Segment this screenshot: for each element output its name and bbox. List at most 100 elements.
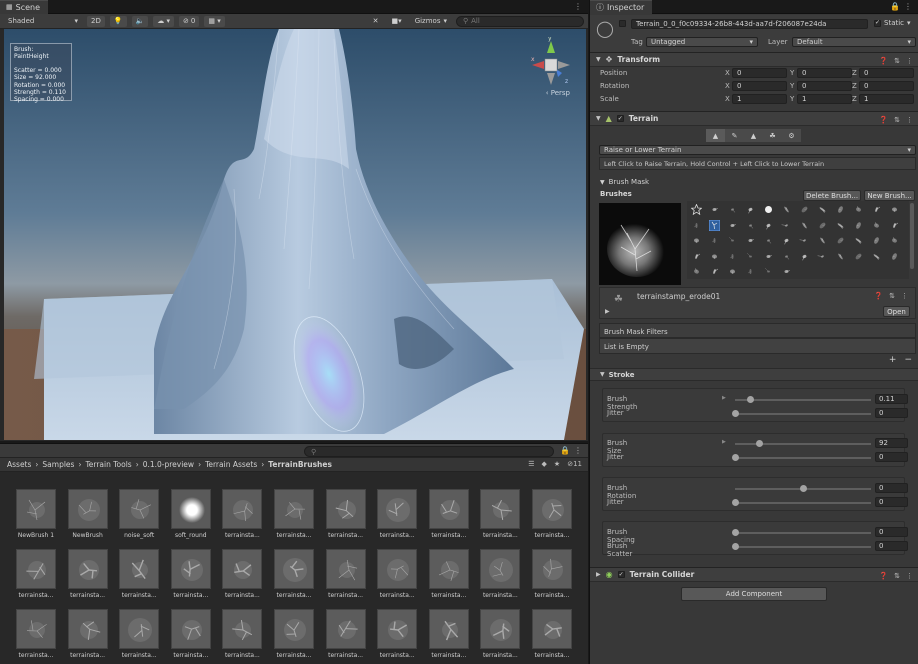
asset-item[interactable]: terrainsta... bbox=[478, 549, 522, 599]
brush-cell[interactable] bbox=[853, 251, 864, 262]
brush-cell[interactable] bbox=[835, 235, 846, 246]
brush-cell[interactable] bbox=[763, 251, 774, 262]
shading-mode-dropdown[interactable]: Shaded ▾ bbox=[4, 16, 82, 27]
brush-cell[interactable] bbox=[853, 235, 864, 246]
preset-icon[interactable]: ⇅ bbox=[894, 57, 900, 65]
brush-cell[interactable] bbox=[709, 266, 720, 277]
brush-rotation-field[interactable]: 0 bbox=[875, 483, 908, 493]
brush-strength-slider[interactable] bbox=[735, 399, 871, 401]
selected-brush-cell[interactable] bbox=[708, 219, 721, 231]
brush-cell[interactable] bbox=[781, 235, 792, 246]
brush-cell[interactable] bbox=[835, 251, 846, 262]
toggle-2d-button[interactable]: 2D bbox=[87, 15, 105, 27]
brush-cell[interactable] bbox=[817, 204, 828, 215]
add-filter-icon[interactable]: + bbox=[889, 355, 897, 365]
more-menu-icon[interactable]: ⋮ bbox=[906, 57, 913, 65]
asset-item[interactable]: terrainsta... bbox=[272, 609, 316, 659]
brush-cell[interactable] bbox=[799, 204, 810, 215]
preset-icon[interactable]: ⇅ bbox=[889, 292, 895, 300]
slider-handle[interactable] bbox=[732, 454, 739, 461]
add-component-button[interactable]: Add Component bbox=[681, 587, 827, 601]
strength-jitter-slider[interactable] bbox=[735, 413, 871, 415]
brush-cell[interactable] bbox=[763, 204, 774, 215]
scene-viewport[interactable]: Brush: PaintHeight Scatter = 0.000 Size … bbox=[4, 29, 586, 440]
help-icon[interactable]: ❓ bbox=[874, 292, 883, 300]
brush-cell[interactable] bbox=[727, 235, 738, 246]
slider-handle[interactable] bbox=[746, 396, 754, 403]
transform-rotation-y-field[interactable]: 0 bbox=[797, 81, 852, 91]
more-menu-icon[interactable]: ⋮ bbox=[906, 116, 913, 124]
brush-cell[interactable] bbox=[871, 204, 882, 215]
static-toggle[interactable]: ✓ Static ▾ bbox=[874, 19, 911, 27]
foldout-arrow-icon[interactable]: ▶ bbox=[605, 308, 610, 315]
lock-icon[interactable]: 🔒 bbox=[890, 2, 904, 11]
brush-scatter-field[interactable]: 0 bbox=[875, 541, 908, 551]
brush-cell[interactable] bbox=[817, 235, 828, 246]
asset-item[interactable]: terrainsta... bbox=[324, 609, 368, 659]
tag-dropdown[interactable]: Untagged ▾ bbox=[646, 37, 758, 47]
hidden-packages-icon[interactable]: ⊘11 bbox=[567, 460, 582, 468]
brush-cell[interactable] bbox=[709, 204, 720, 215]
brush-cell[interactable] bbox=[781, 220, 792, 231]
asset-item[interactable]: noise_soft bbox=[117, 489, 161, 539]
projection-label[interactable]: ‹ Persp bbox=[546, 89, 570, 97]
transform-position-x-field[interactable]: 0 bbox=[732, 68, 787, 78]
brush-cell[interactable] bbox=[817, 251, 828, 262]
terrain-collider-header[interactable]: ▶ ◉ ✓ Terrain Collider ❓ ⇅ ⋮ bbox=[590, 567, 918, 582]
tool-raise-terrain-icon[interactable]: ▲ bbox=[706, 129, 725, 142]
tools-icon[interactable]: ✕ bbox=[369, 16, 383, 27]
more-menu-icon[interactable]: ⋮ bbox=[906, 572, 913, 580]
slider-handle[interactable] bbox=[732, 543, 739, 550]
asset-item[interactable]: terrainsta... bbox=[66, 549, 110, 599]
asset-item[interactable]: terrainsta... bbox=[14, 609, 58, 659]
more-menu-icon[interactable]: ⋮ bbox=[904, 2, 918, 11]
brush-cell[interactable] bbox=[871, 220, 882, 231]
transform-position-z-field[interactable]: 0 bbox=[859, 68, 914, 78]
brush-cell[interactable] bbox=[871, 251, 882, 262]
brush-strength-field[interactable]: 0.11 bbox=[875, 394, 908, 404]
transform-scale-z-field[interactable]: 1 bbox=[859, 94, 914, 104]
transform-scale-y-field[interactable]: 1 bbox=[797, 94, 852, 104]
help-icon[interactable]: ❓ bbox=[879, 572, 888, 580]
brush-cell[interactable] bbox=[781, 266, 792, 277]
lock-icon[interactable]: 🔒 bbox=[560, 446, 570, 455]
transform-rotation-x-field[interactable]: 0 bbox=[732, 81, 787, 91]
help-icon[interactable]: ❓ bbox=[879, 57, 888, 65]
effects-dropdown-icon[interactable]: ☁ ▾ bbox=[153, 15, 175, 27]
brush-cell[interactable] bbox=[691, 220, 702, 231]
asset-item[interactable]: terrainsta... bbox=[375, 549, 419, 599]
tab-scene[interactable]: ▦ Scene bbox=[0, 0, 49, 14]
asset-item[interactable]: NewBrush bbox=[66, 489, 110, 539]
transform-scale-x-field[interactable]: 1 bbox=[732, 94, 787, 104]
brush-cell[interactable] bbox=[889, 220, 900, 231]
asset-item[interactable]: terrainsta... bbox=[375, 609, 419, 659]
brush-spacing-field[interactable]: 0 bbox=[875, 527, 908, 537]
delete-brush-button[interactable]: Delete Brush... bbox=[803, 190, 861, 201]
brush-cell[interactable] bbox=[835, 220, 846, 231]
brush-cell[interactable] bbox=[763, 220, 774, 231]
project-search-input[interactable]: ⚲ bbox=[304, 446, 554, 457]
brush-cell[interactable] bbox=[691, 266, 702, 277]
breadcrumb-item[interactable]: Assets bbox=[7, 460, 31, 469]
asset-item[interactable]: terrainsta... bbox=[530, 609, 574, 659]
asset-item[interactable]: terrainsta... bbox=[169, 549, 213, 599]
scene-search-input[interactable]: ⚲ All bbox=[456, 15, 584, 27]
brush-scatter-slider[interactable] bbox=[735, 546, 871, 548]
brush-cell[interactable] bbox=[745, 204, 756, 215]
transform-position-y-field[interactable]: 0 bbox=[797, 68, 852, 78]
transform-header[interactable]: ▼ ✥ Transform ❓ ⇅ ⋮ bbox=[590, 52, 918, 67]
new-brush-button[interactable]: New Brush... bbox=[864, 190, 915, 201]
asset-item[interactable]: soft_round bbox=[169, 489, 213, 539]
slider-handle[interactable] bbox=[800, 485, 807, 492]
brush-cell[interactable] bbox=[763, 235, 774, 246]
brush-cell[interactable] bbox=[853, 204, 864, 215]
brush-cell[interactable] bbox=[727, 204, 738, 215]
brush-cell[interactable] bbox=[727, 220, 738, 231]
terrain-enabled-checkbox[interactable]: ✓ bbox=[616, 115, 624, 122]
brush-cell[interactable] bbox=[799, 235, 810, 246]
brush-cell[interactable] bbox=[745, 266, 756, 277]
slider-handle[interactable] bbox=[732, 529, 739, 536]
brush-spacing-slider[interactable] bbox=[735, 532, 871, 534]
breadcrumb-item[interactable]: Samples bbox=[42, 460, 74, 469]
breadcrumb-item[interactable]: 0.1.0-preview bbox=[143, 460, 194, 469]
